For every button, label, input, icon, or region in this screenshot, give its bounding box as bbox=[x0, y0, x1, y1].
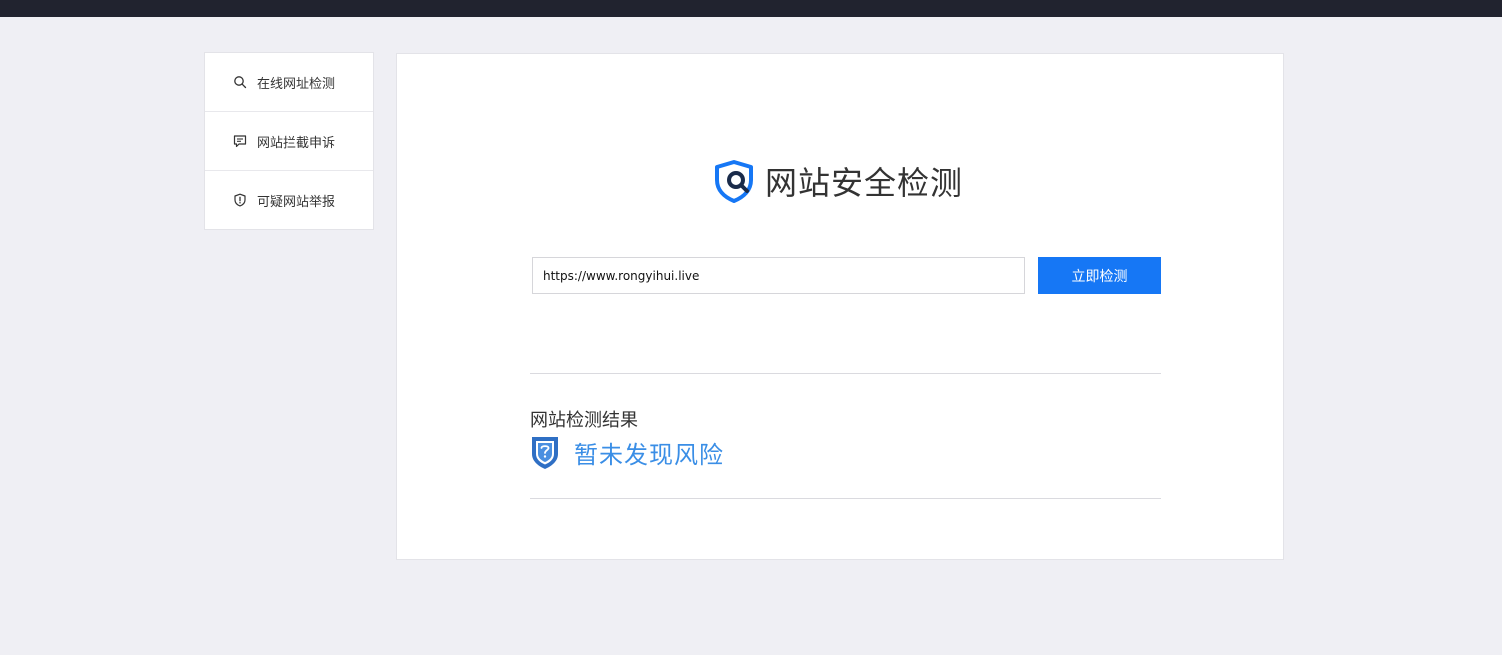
shield-alert-icon bbox=[232, 192, 248, 208]
message-icon bbox=[232, 133, 248, 149]
sidebar-item-appeal[interactable]: 网站拦截申诉 bbox=[205, 112, 373, 171]
result-title: 网站检测结果 bbox=[530, 410, 638, 431]
sidebar-item-label: 可疑网站举报 bbox=[257, 194, 336, 210]
page-title: 网站安全检测 bbox=[765, 164, 964, 202]
result-text: 暂未发现风险 bbox=[574, 440, 724, 469]
sidebar-item-label: 网站拦截申诉 bbox=[257, 135, 336, 151]
top-bar bbox=[0, 0, 1502, 17]
main-panel: 网站安全检测 立即检测 网站检测结果 暂未发现风险 bbox=[396, 53, 1284, 560]
divider bbox=[530, 373, 1161, 374]
brand-header: 网站安全检测 bbox=[711, 158, 963, 204]
check-now-button[interactable]: 立即检测 bbox=[1038, 257, 1161, 294]
shield-question-icon bbox=[530, 434, 560, 470]
sidebar-item-label: 在线网址检测 bbox=[257, 76, 336, 92]
divider bbox=[530, 498, 1161, 499]
search-icon bbox=[232, 74, 248, 90]
url-input[interactable] bbox=[532, 257, 1025, 294]
sidebar-item-report[interactable]: 可疑网站举报 bbox=[205, 171, 373, 229]
result-status: 暂未发现风险 bbox=[530, 434, 724, 470]
shield-search-icon bbox=[711, 158, 757, 204]
sidebar: 在线网址检测 网站拦截申诉 可疑网站举报 bbox=[204, 52, 374, 230]
sidebar-item-online-check[interactable]: 在线网址检测 bbox=[205, 53, 373, 112]
